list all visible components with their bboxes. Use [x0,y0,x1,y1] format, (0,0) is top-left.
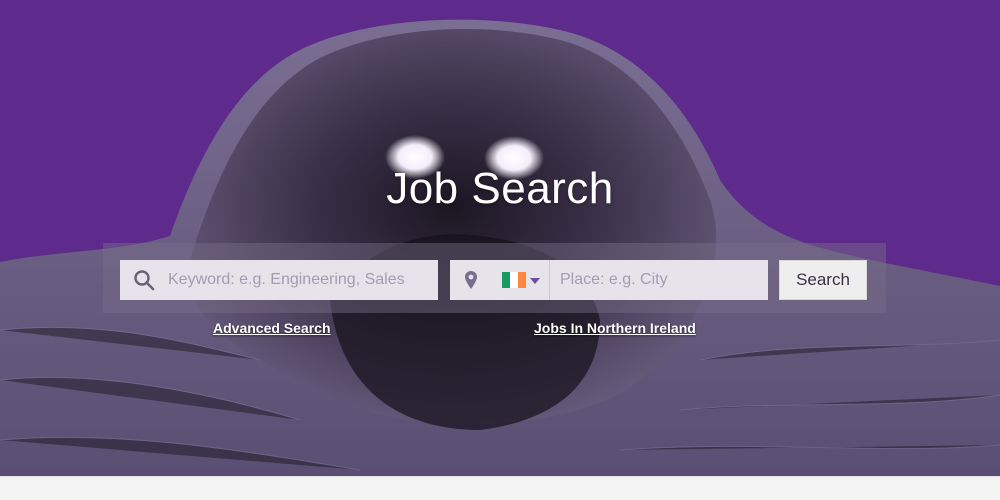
page-footer-strip [0,476,1000,500]
monster-illustration [0,19,1000,476]
place-input[interactable] [550,260,768,300]
search-icon [120,260,168,300]
northern-ireland-jobs-link[interactable]: Jobs In Northern Ireland [534,320,696,336]
ireland-flag-icon [501,272,526,288]
location-field[interactable] [450,260,768,300]
chevron-down-icon [529,271,540,289]
country-select[interactable] [492,260,550,300]
keyword-input[interactable] [168,260,438,300]
hero-banner: Job Search Search Advanced [0,0,1000,476]
search-button[interactable]: Search [779,260,867,300]
keyword-field[interactable] [120,260,438,300]
map-pin-icon [450,260,492,300]
advanced-search-link[interactable]: Advanced Search [213,320,331,336]
page-title: Job Search [386,164,614,213]
